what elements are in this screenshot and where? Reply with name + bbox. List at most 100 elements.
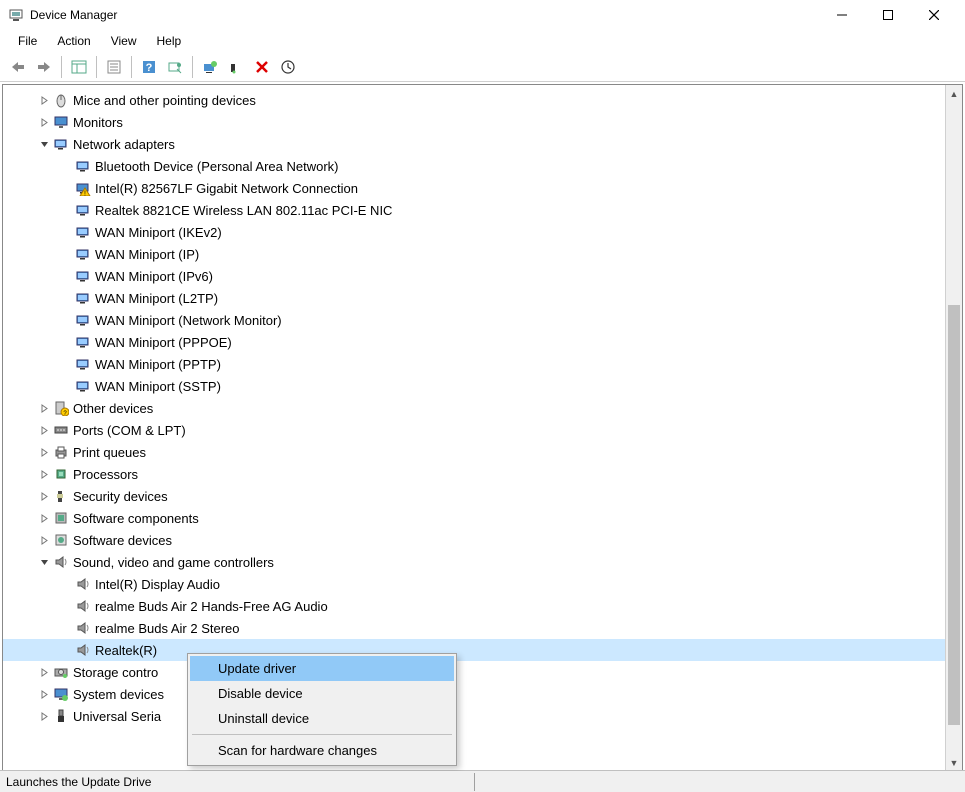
expand-icon[interactable]: [37, 423, 51, 437]
context-menu-item[interactable]: Uninstall device: [190, 706, 454, 731]
tree-node-label: Realtek 8821CE Wireless LAN 802.11ac PCI…: [95, 203, 392, 218]
net-icon: [75, 290, 91, 306]
tree-node[interactable]: Mice and other pointing devices: [3, 89, 962, 111]
properties-button[interactable]: [102, 55, 126, 79]
statusbar: Launches the Update Drive: [0, 770, 965, 792]
expand-icon[interactable]: [37, 467, 51, 481]
tree-node[interactable]: WAN Miniport (IP): [3, 243, 962, 265]
tree-node[interactable]: WAN Miniport (PPPOE): [3, 331, 962, 353]
menu-action[interactable]: Action: [47, 32, 100, 50]
disable-button[interactable]: [250, 55, 274, 79]
no-expander: [59, 269, 73, 283]
tree-node[interactable]: Print queues: [3, 441, 962, 463]
expand-icon[interactable]: [37, 445, 51, 459]
expand-icon[interactable]: [37, 687, 51, 701]
context-menu-item[interactable]: Scan for hardware changes: [190, 738, 454, 763]
close-button[interactable]: [911, 0, 957, 30]
no-expander: [59, 577, 73, 591]
tree-node[interactable]: !Intel(R) 82567LF Gigabit Network Connec…: [3, 177, 962, 199]
titlebar: Device Manager: [0, 0, 965, 30]
tree-node-label: WAN Miniport (PPPOE): [95, 335, 232, 350]
tree-node-label: WAN Miniport (SSTP): [95, 379, 221, 394]
expand-icon[interactable]: [37, 401, 51, 415]
scroll-down-arrow[interactable]: ▼: [946, 754, 962, 771]
expand-icon[interactable]: [37, 489, 51, 503]
device-tree[interactable]: Mice and other pointing devicesMonitorsN…: [3, 85, 962, 771]
tree-node[interactable]: WAN Miniport (IPv6): [3, 265, 962, 287]
tree-node[interactable]: WAN Miniport (PPTP): [3, 353, 962, 375]
tree-node[interactable]: realme Buds Air 2 Hands-Free AG Audio: [3, 595, 962, 617]
tree-node-label: System devices: [73, 687, 164, 702]
menu-view[interactable]: View: [101, 32, 147, 50]
tree-node-label: Intel(R) 82567LF Gigabit Network Connect…: [95, 181, 358, 196]
scroll-up-arrow[interactable]: ▲: [946, 85, 962, 102]
tree-node[interactable]: WAN Miniport (IKEv2): [3, 221, 962, 243]
help-button[interactable]: ?: [137, 55, 161, 79]
expand-icon[interactable]: [37, 115, 51, 129]
net-icon: [75, 356, 91, 372]
show-hide-console-button[interactable]: [67, 55, 91, 79]
no-expander: [59, 599, 73, 613]
sound-icon: [75, 620, 91, 636]
svg-text:?: ?: [146, 62, 153, 74]
system-icon: [53, 686, 69, 702]
tree-node-label: Software components: [73, 511, 199, 526]
tree-node[interactable]: Network adapters: [3, 133, 962, 155]
scroll-thumb[interactable]: [948, 305, 960, 725]
vertical-scrollbar[interactable]: ▲ ▼: [945, 85, 962, 771]
context-menu-item[interactable]: Disable device: [190, 681, 454, 706]
usb-icon: [53, 708, 69, 724]
tree-node-label: Other devices: [73, 401, 153, 416]
back-button[interactable]: [6, 55, 30, 79]
tree-node[interactable]: Processors: [3, 463, 962, 485]
tree-node[interactable]: Realtek 8821CE Wireless LAN 802.11ac PCI…: [3, 199, 962, 221]
tree-node-label: Print queues: [73, 445, 146, 460]
swc-icon: [53, 510, 69, 526]
tree-node[interactable]: WAN Miniport (SSTP): [3, 375, 962, 397]
tree-node[interactable]: WAN Miniport (L2TP): [3, 287, 962, 309]
tree-node[interactable]: Realtek(R): [3, 639, 962, 661]
expand-icon[interactable]: [37, 709, 51, 723]
maximize-button[interactable]: [865, 0, 911, 30]
forward-button[interactable]: [32, 55, 56, 79]
tree-node[interactable]: Intel(R) Display Audio: [3, 573, 962, 595]
enable-button[interactable]: [276, 55, 300, 79]
no-expander: [59, 643, 73, 657]
expand-icon[interactable]: [37, 665, 51, 679]
expand-icon[interactable]: [37, 511, 51, 525]
tree-node[interactable]: Software devices: [3, 529, 962, 551]
menu-help[interactable]: Help: [147, 32, 192, 50]
tree-node[interactable]: Bluetooth Device (Personal Area Network): [3, 155, 962, 177]
tree-node[interactable]: System devices: [3, 683, 962, 705]
tree-node[interactable]: Universal Seria: [3, 705, 962, 727]
expand-icon[interactable]: [37, 533, 51, 547]
context-menu: Update driverDisable deviceUninstall dev…: [187, 653, 457, 766]
scan-hardware-button[interactable]: [163, 55, 187, 79]
tree-node-label: realme Buds Air 2 Hands-Free AG Audio: [95, 599, 328, 614]
tree-node[interactable]: realme Buds Air 2 Stereo: [3, 617, 962, 639]
menu-file[interactable]: File: [8, 32, 47, 50]
tree-node[interactable]: Ports (COM & LPT): [3, 419, 962, 441]
no-expander: [59, 203, 73, 217]
minimize-button[interactable]: [819, 0, 865, 30]
tree-node[interactable]: Sound, video and game controllers: [3, 551, 962, 573]
tree-node[interactable]: Storage contro: [3, 661, 962, 683]
window-title: Device Manager: [30, 8, 819, 22]
context-menu-item[interactable]: Update driver: [190, 656, 454, 681]
tree-node[interactable]: WAN Miniport (Network Monitor): [3, 309, 962, 331]
status-text: Launches the Update Drive: [6, 775, 151, 789]
tree-node[interactable]: Monitors: [3, 111, 962, 133]
swd-icon: [53, 532, 69, 548]
tree-node-label: WAN Miniport (PPTP): [95, 357, 221, 372]
collapse-icon[interactable]: [37, 137, 51, 151]
sound-icon: [53, 554, 69, 570]
collapse-icon[interactable]: [37, 555, 51, 569]
tree-node-label: WAN Miniport (IPv6): [95, 269, 213, 284]
tree-node[interactable]: Software components: [3, 507, 962, 529]
expand-icon[interactable]: [37, 93, 51, 107]
tree-node-label: Processors: [73, 467, 138, 482]
tree-node[interactable]: Security devices: [3, 485, 962, 507]
update-driver-button[interactable]: [198, 55, 222, 79]
tree-node[interactable]: ?Other devices: [3, 397, 962, 419]
uninstall-button[interactable]: [224, 55, 248, 79]
